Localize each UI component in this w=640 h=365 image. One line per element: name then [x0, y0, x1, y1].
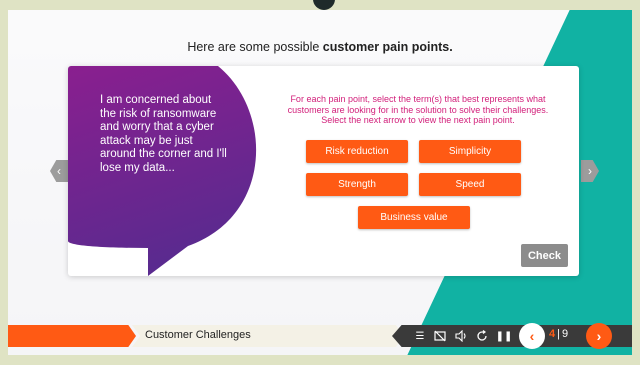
page-indicator: 4 | 9 — [549, 328, 568, 340]
lesson-title: Customer Challenges — [145, 329, 251, 341]
option-business-value-button[interactable]: Business value — [358, 206, 470, 229]
check-button[interactable]: Check — [521, 244, 568, 267]
total-pages: 9 — [561, 328, 569, 340]
prev-page-button[interactable]: ‹ — [519, 323, 545, 349]
pain-point-quote: I am concerned about the risk of ransomw… — [100, 94, 227, 174]
chevron-right-icon: › — [588, 164, 592, 178]
instruction-text: For each pain point, select the term(s) … — [287, 94, 549, 125]
player-bottom-bar: Customer Challenges ☰ ❚❚ ‹ 4 | 9 › — [8, 323, 632, 349]
question-card: I am concerned about the risk of ransomw… — [68, 66, 579, 276]
chevron-left-icon: ‹ — [529, 328, 535, 344]
pause-icon[interactable]: ❚❚ — [496, 328, 513, 344]
chevron-left-icon: ‹ — [57, 164, 61, 178]
option-risk-reduction-button[interactable]: Risk reduction — [306, 140, 408, 163]
option-speed-button[interactable]: Speed — [419, 173, 521, 196]
heading-text: Here are some possible — [187, 40, 323, 54]
replay-icon[interactable] — [474, 328, 490, 344]
top-indicator-dot — [313, 0, 335, 10]
heading-bold-text: customer pain points. — [322, 40, 453, 54]
option-simplicity-button[interactable]: Simplicity — [419, 140, 521, 163]
speech-bubble: I am concerned about the risk of ransomw… — [68, 66, 257, 276]
menu-icon[interactable]: ☰ — [412, 328, 428, 344]
slide-heading: Here are some possible customer pain poi… — [8, 40, 632, 54]
current-page: 4 — [549, 328, 556, 340]
captions-off-icon[interactable] — [432, 328, 448, 344]
slide-frame: Here are some possible customer pain poi… — [8, 10, 632, 355]
next-page-button[interactable]: › — [586, 323, 612, 349]
option-strength-button[interactable]: Strength — [306, 173, 408, 196]
chevron-right-icon: › — [596, 328, 602, 344]
page-separator: | — [557, 328, 560, 340]
volume-icon[interactable] — [453, 328, 469, 344]
bar-accent — [8, 325, 136, 347]
